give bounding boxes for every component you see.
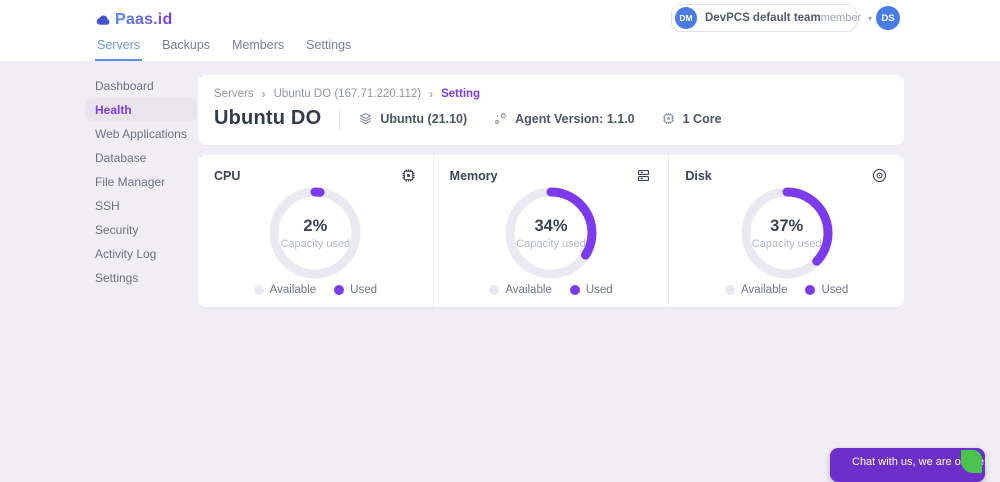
sidebar-item-ssh[interactable]: SSH bbox=[85, 194, 197, 218]
server-title-row: Ubuntu DO Ubuntu (21.10) Agent Version: … bbox=[214, 107, 888, 130]
server-agent-version: Agent Version: 1.1.0 bbox=[493, 111, 635, 126]
server-os-label: Ubuntu (21.10) bbox=[380, 111, 468, 126]
memory-capacity-label: Capacity used bbox=[516, 237, 586, 250]
cpu-capacity-label: Capacity used bbox=[280, 237, 351, 250]
sidebar-item-database[interactable]: Database bbox=[85, 146, 197, 170]
breadcrumb-setting[interactable]: Setting bbox=[441, 88, 480, 100]
cpu-chip-icon bbox=[402, 169, 415, 182]
server-info-card: Servers › Ubuntu DO (167.71.220.112) › S… bbox=[198, 75, 904, 145]
available-dot bbox=[253, 285, 264, 295]
memory-gauge-title: Memory bbox=[449, 168, 498, 183]
server-cores: 1 Core bbox=[661, 111, 722, 126]
team-role: member bbox=[820, 12, 862, 24]
team-selector[interactable]: DM DevPCS default team member ▾ bbox=[671, 4, 872, 32]
memory-gauge-section: Memory 34% Capacity used Available Used bbox=[432, 155, 669, 307]
disk-gauge-section: Disk 37% Capacity used Available Used bbox=[668, 155, 904, 307]
legend-used-label: Used bbox=[821, 284, 849, 296]
capacity-gauges-card: CPU 2% Capacity used Available Used Memo… bbox=[198, 155, 904, 307]
chat-leaf-icon bbox=[961, 450, 982, 473]
cpu-percent-value: 2% bbox=[303, 216, 328, 235]
vertical-divider bbox=[339, 107, 341, 130]
tab-members[interactable]: Members bbox=[230, 38, 286, 61]
nodes-icon bbox=[495, 113, 506, 124]
app-header: Paas.id Servers Backups Members Settings… bbox=[0, 0, 1000, 62]
chevron-right-icon: › bbox=[429, 87, 434, 101]
paasid-logo[interactable]: Paas.id bbox=[95, 11, 172, 29]
breadcrumb-server-name[interactable]: Ubuntu DO (167.71.220.112) bbox=[274, 88, 421, 100]
disk-gauge-title: Disk bbox=[685, 168, 712, 183]
cpu-legend: Available Used bbox=[198, 284, 433, 296]
cpu-gauge-section: CPU 2% Capacity used Available Used bbox=[198, 155, 433, 307]
legend-available-label: Available bbox=[505, 284, 552, 296]
legend-used-label: Used bbox=[350, 284, 377, 296]
server-agent-version-label: Agent Version: 1.1.0 bbox=[515, 111, 635, 126]
tab-settings[interactable]: Settings bbox=[304, 38, 353, 61]
server-meta: Ubuntu (21.10) Agent Version: 1.1.0 1 Co… bbox=[358, 111, 722, 126]
breadcrumb: Servers › Ubuntu DO (167.71.220.112) › S… bbox=[214, 88, 888, 100]
server-name: Ubuntu DO bbox=[214, 107, 322, 129]
memory-legend: Available Used bbox=[434, 284, 669, 296]
cpu-chip-icon bbox=[662, 113, 674, 124]
tab-backups[interactable]: Backups bbox=[160, 38, 212, 61]
legend-available-label: Available bbox=[269, 284, 317, 296]
chat-widget[interactable]: Chat with us, we are online! bbox=[830, 448, 987, 482]
memory-icon bbox=[638, 169, 650, 182]
available-dot bbox=[725, 285, 736, 295]
sidebar-item-activity-log[interactable]: Activity Log bbox=[85, 242, 197, 266]
server-cores-label: 1 Core bbox=[682, 111, 722, 126]
used-dot bbox=[569, 285, 580, 295]
primary-nav-tabs: Servers Backups Members Settings bbox=[95, 38, 353, 61]
sidebar-item-dashboard[interactable]: Dashboard bbox=[85, 74, 197, 98]
legend-available-label: Available bbox=[741, 284, 788, 296]
sidebar-item-settings[interactable]: Settings bbox=[85, 266, 197, 290]
disk-icon bbox=[872, 168, 887, 183]
header-right: DM DevPCS default team member ▾ DS bbox=[671, 4, 900, 32]
cpu-donut-chart: 2% Capacity used bbox=[269, 187, 361, 279]
sidebar-item-web-applications[interactable]: Web Applications bbox=[85, 122, 197, 146]
logo-text: Paas.id bbox=[115, 11, 173, 28]
disk-legend: Available Used bbox=[669, 284, 904, 296]
team-avatar: DM bbox=[675, 7, 697, 29]
used-dot bbox=[334, 285, 345, 295]
used-dot bbox=[805, 285, 816, 295]
chevron-down-icon: ▾ bbox=[868, 13, 873, 23]
cloud-logo-icon bbox=[96, 14, 110, 25]
cpu-gauge-title: CPU bbox=[214, 168, 241, 183]
sidebar-item-security[interactable]: Security bbox=[85, 218, 197, 242]
main-content: Servers › Ubuntu DO (167.71.220.112) › S… bbox=[198, 75, 904, 307]
available-dot bbox=[489, 285, 500, 295]
user-avatar[interactable]: DS bbox=[876, 6, 900, 30]
chevron-right-icon: › bbox=[261, 87, 266, 101]
disk-donut-chart: 37% Capacity used bbox=[741, 187, 833, 279]
legend-used-label: Used bbox=[585, 284, 613, 296]
memory-donut-chart: 34% Capacity used bbox=[505, 187, 597, 279]
sidebar-item-health[interactable]: Health bbox=[85, 98, 197, 122]
sidebar: Dashboard Health Web Applications Databa… bbox=[85, 74, 197, 290]
layers-icon bbox=[360, 112, 372, 125]
disk-capacity-label: Capacity used bbox=[751, 237, 822, 250]
server-os: Ubuntu (21.10) bbox=[358, 111, 467, 126]
tab-servers[interactable]: Servers bbox=[95, 38, 142, 61]
sidebar-item-file-manager[interactable]: File Manager bbox=[85, 170, 197, 194]
breadcrumb-servers[interactable]: Servers bbox=[214, 88, 254, 100]
team-name: DevPCS default team bbox=[705, 12, 821, 24]
disk-percent-value: 37% bbox=[770, 216, 804, 235]
memory-percent-value: 34% bbox=[534, 216, 568, 235]
